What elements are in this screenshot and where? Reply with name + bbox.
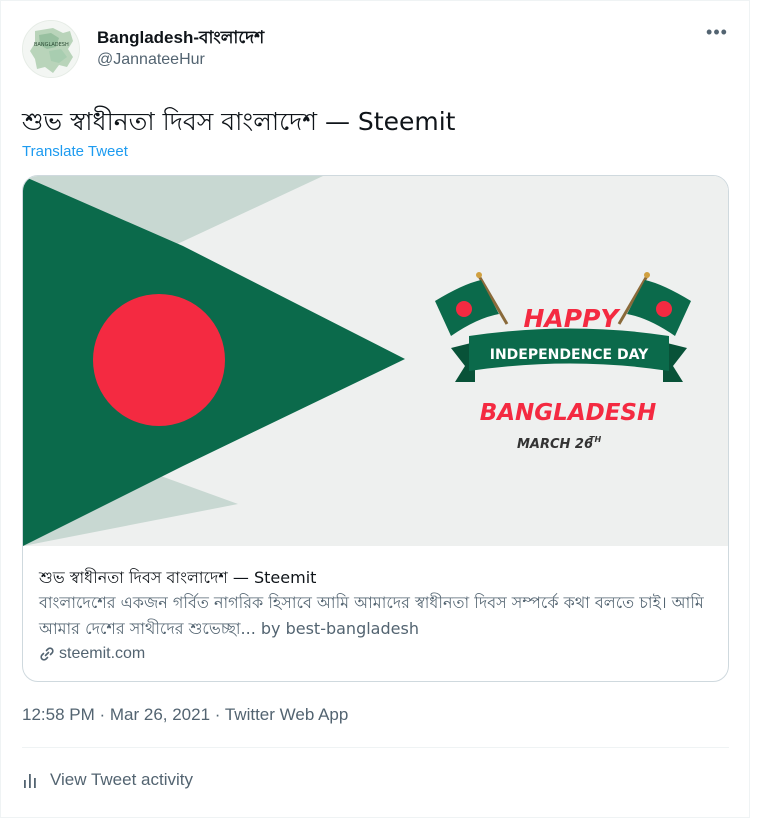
tweet-text: শুভ স্বাধীনতা দিবস বাংলাদেশ — Steemit <box>22 107 456 136</box>
date-text: MARCH 26 <box>517 437 593 452</box>
card-domain[interactable]: steemit.com <box>39 645 145 663</box>
bar-chart-icon <box>24 774 36 788</box>
card-title[interactable]: শুভ স্বাধীনতা দিবস বাংলাদেশ — Steemit <box>39 565 316 592</box>
tweet: BANGLADESH Bangladesh-বাংলাদেশ @Jannatee… <box>0 0 759 818</box>
view-tweet-activity-label: View Tweet activity <box>50 770 193 789</box>
author-handle[interactable]: @JannateeHur <box>97 51 205 69</box>
red-sun-circle <box>93 294 225 426</box>
frame-right-border <box>749 0 750 818</box>
bangladesh-map-avatar-icon: BANGLADESH <box>23 21 79 77</box>
more-options-button[interactable]: ••• <box>700 22 734 48</box>
card-image[interactable]: HAPPY INDEPENDENCE DAY BANGLADESH MARCH … <box>23 176 728 546</box>
card-description: বাংলাদেশের একজন গর্বিত নাগরিক হিসাবে আমি… <box>39 593 704 638</box>
more-icon: ••• <box>706 22 728 42</box>
translate-tweet-link[interactable]: Translate Tweet <box>22 143 128 160</box>
frame-left-border <box>0 0 1 818</box>
author-name[interactable]: Bangladesh-বাংলাদেশ <box>97 25 264 53</box>
independence-day-image: HAPPY INDEPENDENCE DAY BANGLADESH MARCH … <box>23 176 728 546</box>
frame-top-border <box>0 0 750 1</box>
link-icon <box>40 647 54 661</box>
divider <box>22 747 729 748</box>
link-preview-card[interactable]: HAPPY INDEPENDENCE DAY BANGLADESH MARCH … <box>22 175 729 682</box>
date-suffix-text: TH <box>589 435 601 444</box>
ribbon-text: INDEPENDENCE DAY <box>490 347 649 363</box>
view-tweet-activity-button[interactable]: View Tweet activity <box>22 770 193 790</box>
card-domain-text: steemit.com <box>59 645 146 662</box>
avatar[interactable]: BANGLADESH <box>22 20 80 78</box>
tweet-timestamp[interactable]: 12:58 PM · Mar 26, 2021 · Twitter Web Ap… <box>22 705 348 725</box>
avatar-label: BANGLADESH <box>34 42 69 48</box>
bangladesh-text: BANGLADESH <box>480 400 657 426</box>
